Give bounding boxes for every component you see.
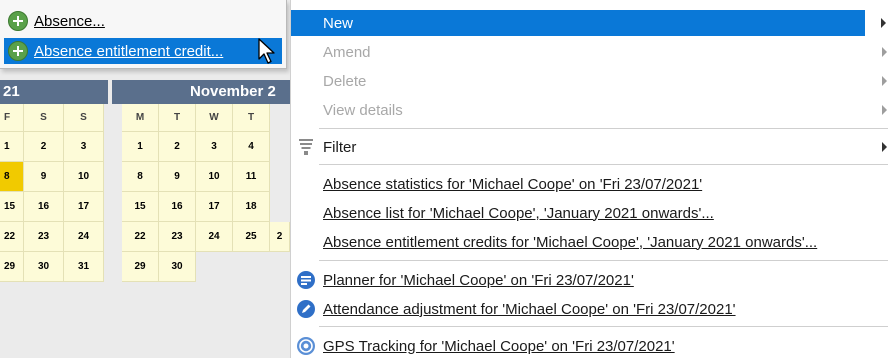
- gps-target-icon: [297, 337, 315, 355]
- calendar-day-cell[interactable]: 10: [64, 162, 104, 192]
- menu-item-gps-tracking[interactable]: GPS Tracking for 'Michael Coope' on 'Fri…: [291, 333, 888, 359]
- calendar-day-cell[interactable]: 15: [122, 192, 159, 222]
- submenu-arrow-icon: [882, 76, 887, 86]
- menu-separator: [319, 326, 888, 327]
- submenu-arrow-icon: [882, 105, 887, 115]
- calendar-day-cell[interactable]: 24: [64, 222, 104, 252]
- calendar-day-cell[interactable]: 17: [64, 192, 104, 222]
- calendar-day-cell[interactable]: 16: [159, 192, 196, 222]
- calendar-weekday-header: T: [233, 104, 270, 132]
- popup-item-absence-entitlement-credit[interactable]: Absence entitlement credit...: [4, 38, 282, 64]
- calendar-day-cell: [270, 162, 290, 192]
- menu-item-amend[interactable]: Amend: [291, 39, 888, 65]
- submenu-arrow-icon: [882, 47, 887, 57]
- calendar-day-cell[interactable]: 2: [24, 132, 64, 162]
- calendar-weekday-header: S: [64, 104, 104, 132]
- popup-item-label: Absence...: [34, 12, 105, 30]
- calendar-day-cell[interactable]: 1: [0, 132, 24, 162]
- menu-separator: [319, 164, 888, 165]
- menu-item-absence-list-label: Absence list for 'Michael Coope', 'Janua…: [323, 204, 714, 222]
- add-plus-icon: [8, 11, 28, 31]
- menu-item-new-label: New: [323, 14, 354, 32]
- calendar-day-cell: [270, 132, 290, 162]
- filter-icon: [299, 139, 313, 155]
- popup-item-label: Absence entitlement credit...: [34, 42, 224, 60]
- calendar-day-cell[interactable]: 29: [122, 252, 159, 282]
- calendar-header-previous-month: 21: [0, 80, 108, 104]
- menu-item-filter[interactable]: Filter: [291, 134, 888, 160]
- calendar-day-cell[interactable]: 18: [233, 192, 270, 222]
- calendar-day-cell[interactable]: 2: [270, 222, 290, 252]
- calendar-day-cell[interactable]: 30: [24, 252, 64, 282]
- calendar-weekday-header: T: [159, 104, 196, 132]
- calendar-day-cell[interactable]: 22: [122, 222, 159, 252]
- mouse-pointer-icon: [258, 38, 275, 64]
- calendar-day-cell[interactable]: 17: [196, 192, 233, 222]
- calendar-day-cell: [270, 252, 290, 282]
- menu-item-new[interactable]: New: [291, 10, 865, 36]
- calendar-day-cell[interactable]: 31: [64, 252, 104, 282]
- planner-icon: [297, 271, 315, 289]
- menu-item-planner[interactable]: Planner for 'Michael Coope' on 'Fri 23/0…: [291, 267, 888, 293]
- calendar-day-cell[interactable]: 8: [0, 162, 24, 192]
- calendar-day-cell[interactable]: 4: [233, 132, 270, 162]
- add-plus-icon: [8, 41, 28, 61]
- menu-item-attendance-adjustment-label: Attendance adjustment for 'Michael Coope…: [323, 300, 736, 318]
- calendar-day-cell[interactable]: 2: [159, 132, 196, 162]
- menu-item-delete-label: Delete: [323, 72, 367, 90]
- calendar-weekday-header: W: [196, 104, 233, 132]
- calendar-day-cell[interactable]: 11: [233, 162, 270, 192]
- menu-item-filter-label: Filter: [323, 138, 357, 156]
- calendar-day-cell[interactable]: 15: [0, 192, 24, 222]
- menu-separator: [319, 260, 888, 261]
- calendar-day-cell[interactable]: 23: [24, 222, 64, 252]
- menu-item-absence-list[interactable]: Absence list for 'Michael Coope', 'Janua…: [291, 200, 888, 226]
- calendar-weekday-header: S: [24, 104, 64, 132]
- calendar-day-cell: [233, 252, 270, 282]
- calendar-day-cell[interactable]: 3: [64, 132, 104, 162]
- calendar-day-cell[interactable]: 23: [159, 222, 196, 252]
- calendar-day-cell[interactable]: 16: [24, 192, 64, 222]
- popup-item-absence[interactable]: Absence...: [4, 8, 282, 34]
- menu-item-absence-statistics-label: Absence statistics for 'Michael Coope' o…: [323, 175, 703, 193]
- submenu-arrow-icon: [881, 18, 886, 28]
- calendar-day-cell[interactable]: 3: [196, 132, 233, 162]
- calendar-day-cell[interactable]: 1: [122, 132, 159, 162]
- calendar-day-cell[interactable]: 29: [0, 252, 24, 282]
- new-absence-popup-menu: Absence... Absence entitlement credit...: [0, 0, 287, 69]
- pencil-edit-icon: [297, 300, 315, 318]
- calendar-day-cell: [270, 192, 290, 222]
- calendar-weekday-header: [270, 104, 290, 132]
- menu-item-gps-tracking-label: GPS Tracking for 'Michael Coope' on 'Fri…: [323, 337, 675, 355]
- calendar-header-november: November 2: [112, 80, 290, 104]
- menu-item-absence-entitlement-credits[interactable]: Absence entitlement credits for 'Michael…: [291, 229, 888, 255]
- submenu-arrow-icon: [882, 142, 887, 152]
- calendar-day-cell[interactable]: 8: [122, 162, 159, 192]
- calendar-day-cell[interactable]: 9: [159, 162, 196, 192]
- context-menu: New Amend Delete View details Filter Abs…: [290, 0, 888, 358]
- menu-item-delete[interactable]: Delete: [291, 68, 888, 94]
- calendar-grid-right: M T W T 1 2 3 4 8 9 10 11 15 16 17 18 22 23 24 25 2 29 30: [122, 104, 290, 282]
- menu-item-amend-label: Amend: [323, 43, 371, 61]
- menu-item-absence-statistics[interactable]: Absence statistics for 'Michael Coope' o…: [291, 171, 888, 197]
- calendar-day-cell[interactable]: 24: [196, 222, 233, 252]
- menu-item-view-details[interactable]: View details: [291, 97, 888, 123]
- calendar-day-cell[interactable]: 22: [0, 222, 24, 252]
- calendar-day-cell[interactable]: 25: [233, 222, 270, 252]
- calendar-day-cell[interactable]: 10: [196, 162, 233, 192]
- calendar-weekday-header: F: [0, 104, 24, 132]
- calendar-day-cell[interactable]: 30: [159, 252, 196, 282]
- calendar-day-cell[interactable]: 9: [24, 162, 64, 192]
- menu-item-planner-label: Planner for 'Michael Coope' on 'Fri 23/0…: [323, 271, 634, 289]
- calendar-grid-left: F S S 1 2 3 8 9 10 15 16 17 22 23 24 29 30 31: [0, 104, 104, 282]
- menu-separator: [319, 128, 888, 129]
- menu-item-view-details-label: View details: [323, 101, 403, 119]
- menu-item-absence-entitlement-credits-label: Absence entitlement credits for 'Michael…: [323, 233, 818, 251]
- calendar-day-cell: [196, 252, 233, 282]
- calendar-weekday-header: M: [122, 104, 159, 132]
- menu-item-attendance-adjustment[interactable]: Attendance adjustment for 'Michael Coope…: [291, 296, 888, 322]
